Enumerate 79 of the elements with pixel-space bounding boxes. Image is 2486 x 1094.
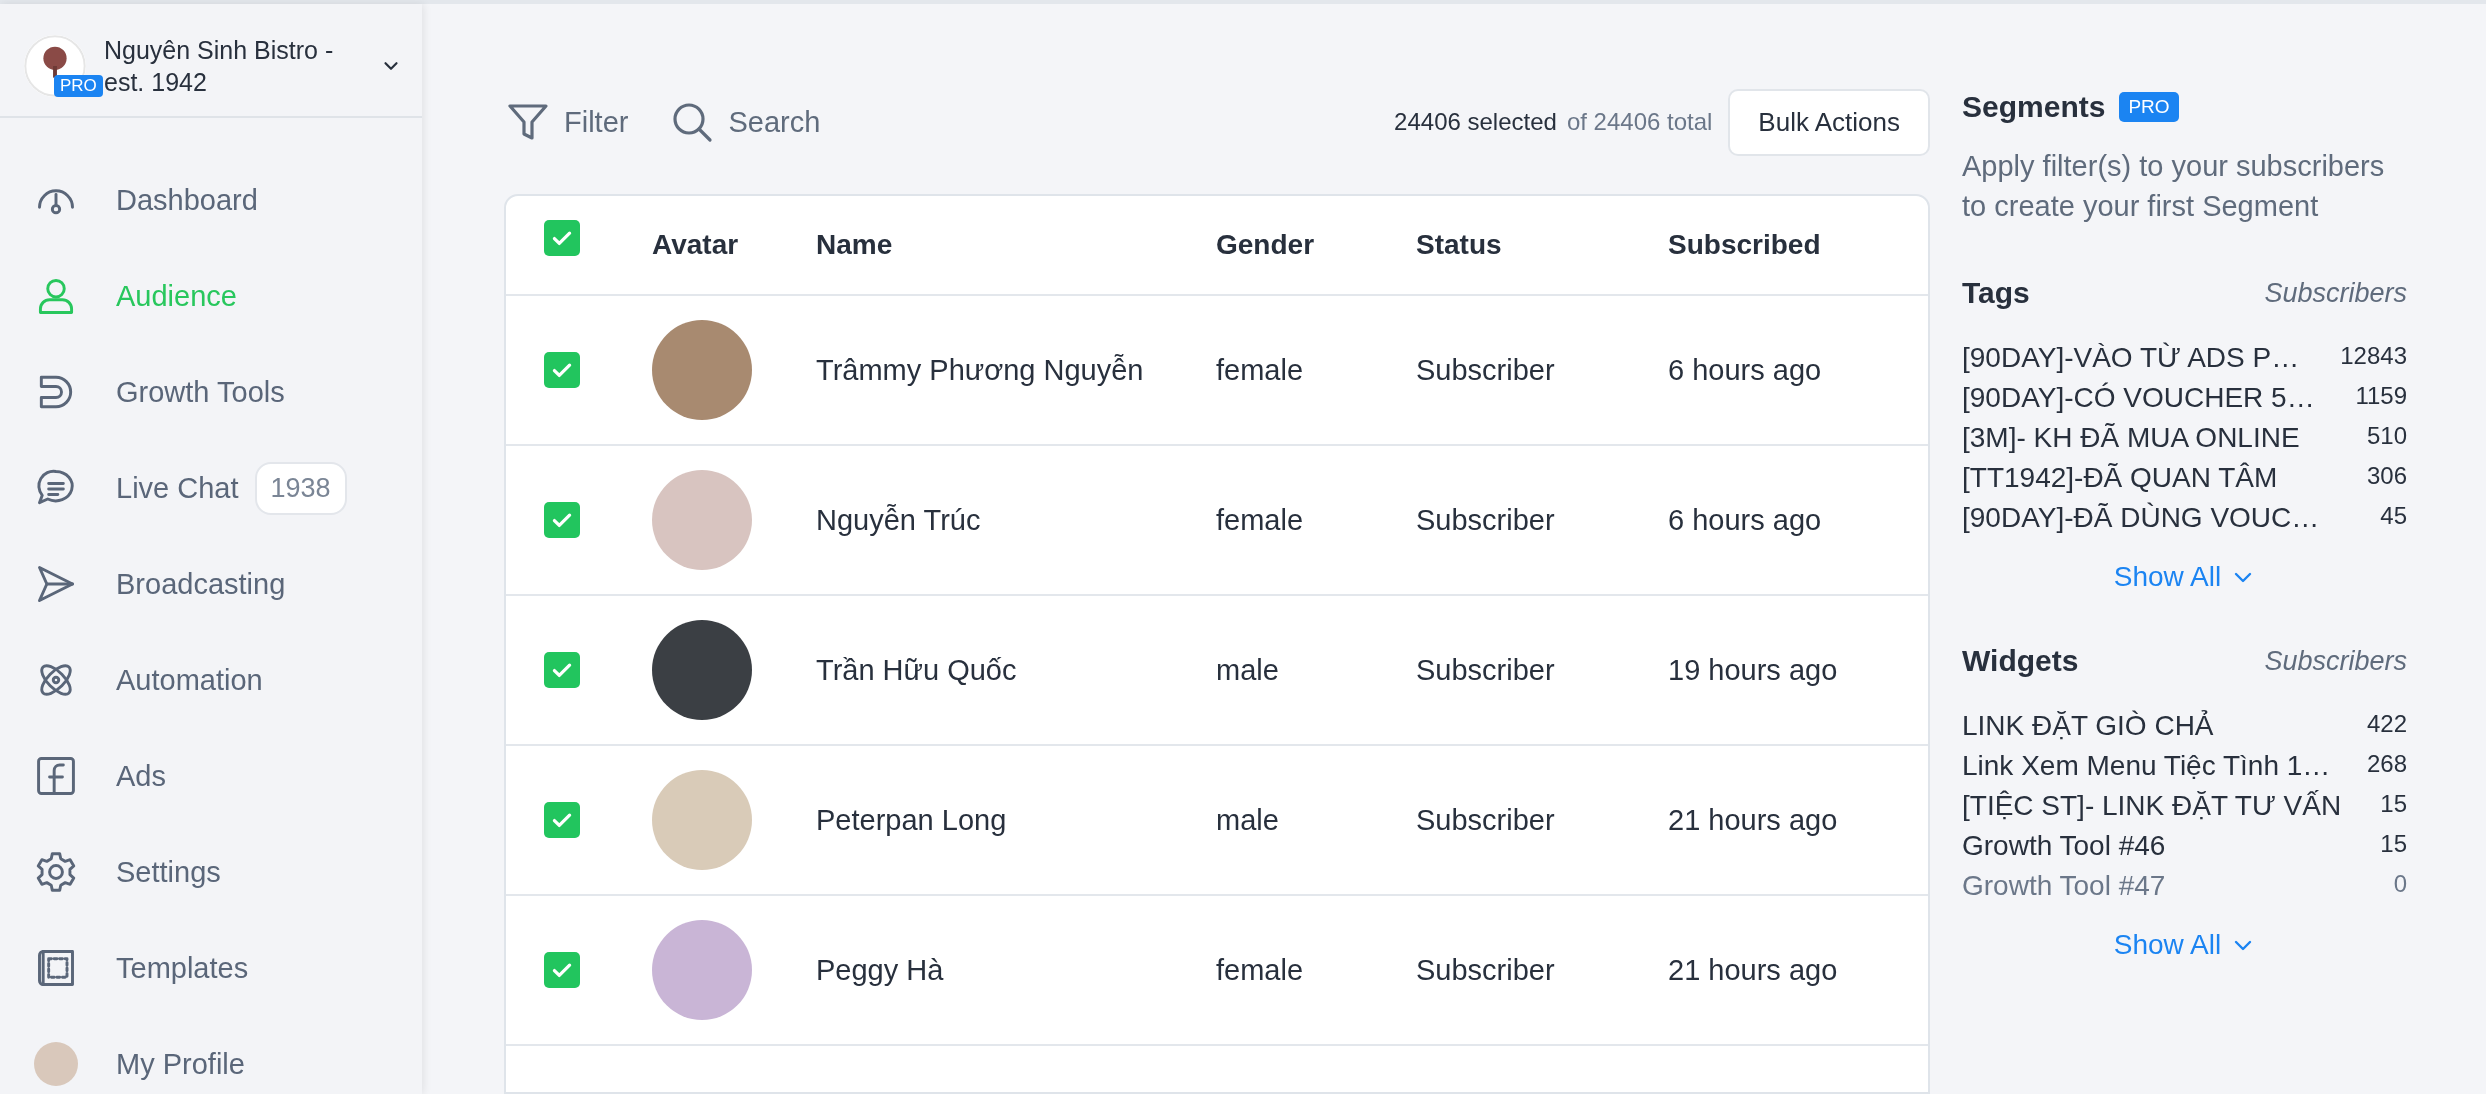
list-item-label[interactable]: Link Xem Menu Tiệc Tình 1… bbox=[1962, 750, 2331, 782]
show-all-link[interactable]: Show All bbox=[2107, 928, 2262, 962]
table-cell-text: Subscriber bbox=[1416, 803, 1556, 837]
total-count: of 24406 total bbox=[1566, 108, 1713, 136]
checkbox[interactable] bbox=[544, 352, 580, 388]
table-cell-text: Subscriber bbox=[1416, 503, 1556, 537]
nav-item[interactable]: Templates bbox=[0, 920, 422, 1016]
checkbox[interactable] bbox=[544, 652, 580, 688]
section-title: Widgets bbox=[1962, 644, 2079, 678]
subscriber-count: 0 bbox=[2393, 870, 2407, 898]
list-item-label[interactable]: [TIỆC ST]- LINK ĐẶT TƯ VẤN bbox=[1962, 790, 2342, 822]
table-cell-text: Trâmmy Phương Nguyễn bbox=[816, 353, 1145, 387]
list-item-label[interactable]: Growth Tool #46 bbox=[1962, 830, 2166, 862]
filter-button[interactable]: Filter bbox=[504, 98, 629, 146]
pro-badge: PRO bbox=[2119, 92, 2179, 122]
table-cell-text: 19 hours ago bbox=[1668, 653, 1839, 687]
nav-item[interactable]: My Profile bbox=[0, 1016, 422, 1094]
table-cell-text: male bbox=[1216, 653, 1280, 687]
table-cell-text: 6 hours ago bbox=[1668, 503, 1823, 537]
nav-item[interactable]: Ads bbox=[0, 728, 422, 824]
subscriber-count: 510 bbox=[2366, 422, 2407, 450]
subscriber-count: 45 bbox=[2380, 502, 2407, 530]
selected-count: 24406 selected bbox=[1394, 108, 1557, 136]
section-title: Segments bbox=[1962, 90, 2106, 124]
list-item-label[interactable]: [TT1942]-ĐÃ QUAN TÂM bbox=[1962, 462, 2278, 494]
checkbox[interactable] bbox=[544, 952, 580, 988]
avatar-placeholder bbox=[34, 1042, 78, 1086]
segments-description: Apply filter(s) to your subscribers to create your first Segment bbox=[1962, 149, 2386, 224]
column-header: Gender bbox=[1216, 229, 1316, 261]
column-header: Status bbox=[1416, 229, 1503, 261]
table-cell-text: Nguyễn Trúc bbox=[816, 503, 982, 537]
subscriber-count: 268 bbox=[2366, 750, 2407, 778]
list-item-label[interactable]: [90DAY]-ĐÃ DÙNG VOUC… bbox=[1962, 502, 2320, 534]
table-cell-text: Subscriber bbox=[1416, 353, 1556, 387]
pro-badge: PRO bbox=[54, 75, 103, 97]
section-title: Tags bbox=[1962, 276, 2030, 310]
table-cell-text: 6 hours ago bbox=[1668, 353, 1823, 387]
table-cell-text: Subscriber bbox=[1416, 953, 1556, 987]
subscriber-count: 422 bbox=[2366, 710, 2407, 738]
column-header: Avatar bbox=[652, 229, 740, 261]
subscriber-count: 1159 bbox=[2355, 382, 2407, 410]
table-cell-text: Peterpan Long bbox=[816, 803, 1008, 837]
column-header: Subscribers bbox=[2264, 645, 2407, 677]
list-item-label[interactable]: [90DAY]-CÓ VOUCHER 5… bbox=[1962, 382, 2315, 414]
checkbox[interactable] bbox=[544, 502, 580, 538]
subscriber-count: 15 bbox=[2380, 790, 2407, 818]
table-cell-text: male bbox=[1216, 803, 1280, 837]
checkbox[interactable] bbox=[544, 802, 580, 838]
nav-item[interactable]: Settings bbox=[0, 824, 422, 920]
nav-item[interactable]: Automation bbox=[0, 632, 422, 728]
table-cell-text: 21 hours ago bbox=[1668, 953, 1839, 987]
table-cell-text: female bbox=[1216, 503, 1305, 537]
table-cell-text: female bbox=[1216, 353, 1305, 387]
checkbox[interactable] bbox=[544, 220, 580, 256]
unread-count: 1938 bbox=[254, 461, 347, 515]
search-button[interactable]: Search bbox=[668, 98, 821, 146]
account-name[interactable]: Nguyên Sinh Bistro - est. 1942 bbox=[104, 34, 362, 98]
table-cell-text: 21 hours ago bbox=[1668, 803, 1839, 837]
nav-item[interactable]: Broadcasting bbox=[0, 536, 422, 632]
column-header: Subscribed bbox=[1668, 229, 1822, 261]
table-cell-text: Subscriber bbox=[1416, 653, 1556, 687]
list-item-label[interactable]: LINK ĐẶT GIÒ CHẢ bbox=[1962, 710, 2214, 742]
settings-icon bbox=[34, 850, 78, 894]
nav-item[interactable]: Dashboard bbox=[0, 152, 422, 248]
table-cell-text: female bbox=[1216, 953, 1305, 987]
subscriber-count: 15 bbox=[2380, 830, 2407, 858]
show-all-link[interactable]: Show All bbox=[2107, 560, 2262, 594]
subscriber-count: 12843 bbox=[2340, 342, 2407, 370]
subscriber-count: 306 bbox=[2366, 462, 2407, 490]
list-item-label[interactable]: [3M]- KH ĐÃ MUA ONLINE bbox=[1962, 422, 2300, 454]
nav-item[interactable]: Live Chat 1938 bbox=[0, 440, 422, 536]
list-item-label[interactable]: [90DAY]-VÀO TỪ ADS P… bbox=[1962, 342, 2300, 374]
column-header: Subscribers bbox=[2264, 277, 2407, 309]
facebook-icon bbox=[34, 754, 78, 798]
column-header: Name bbox=[816, 229, 894, 261]
table-cell-text: Trần Hữu Quốc bbox=[816, 653, 1018, 687]
table-cell-text: Peggy Hà bbox=[816, 953, 945, 987]
nav-item[interactable]: Growth Tools bbox=[0, 344, 422, 440]
bulk-actions-button[interactable]: Bulk Actions bbox=[1728, 88, 1930, 156]
